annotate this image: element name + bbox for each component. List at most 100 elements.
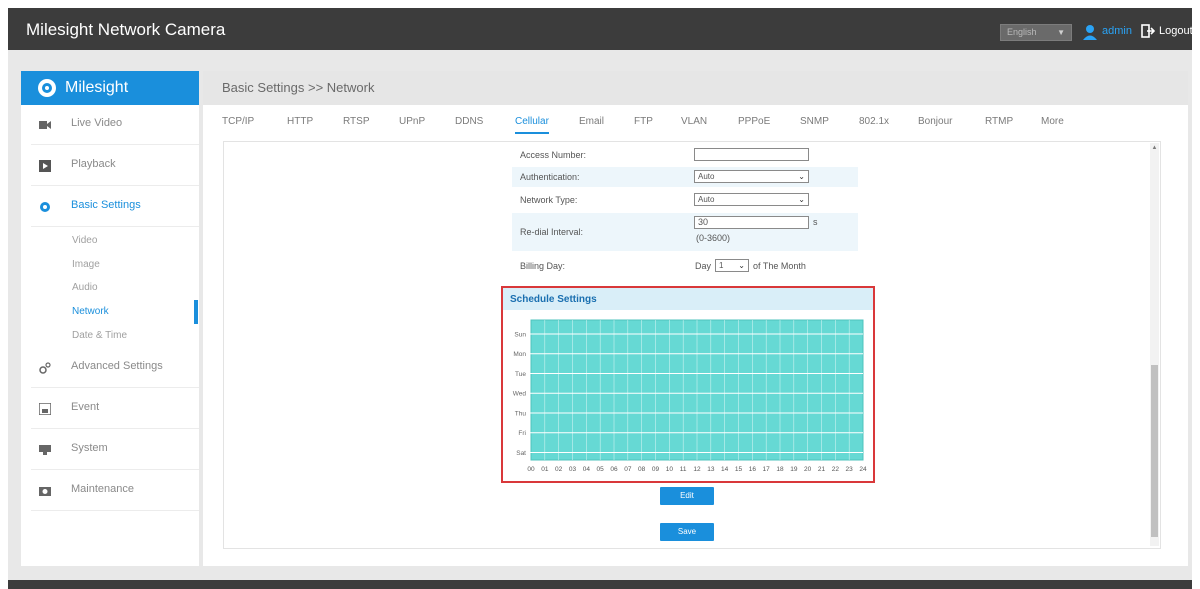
day-label: Sun	[514, 332, 526, 339]
sidebar-item-maintenance[interactable]: Maintenance	[31, 471, 199, 511]
access-number-input[interactable]	[694, 148, 809, 161]
sidebar-item-label: Playback	[71, 158, 116, 170]
user-icon	[1083, 25, 1097, 40]
hour-label: 22	[832, 466, 840, 473]
hour-label: 20	[804, 466, 812, 473]
sidebar-item-basic-settings[interactable]: Basic Settings	[31, 187, 199, 227]
logo-text: Milesight	[65, 79, 129, 96]
sidebar-item-label: Live Video	[71, 117, 123, 129]
tab-more[interactable]: More	[1041, 116, 1064, 127]
tab-ddns[interactable]: DDNS	[455, 116, 483, 127]
sidebar-item-playback[interactable]: Playback	[31, 146, 199, 186]
tab-rtmp[interactable]: RTMP	[985, 116, 1013, 127]
access-number-row: Access Number:	[512, 145, 858, 165]
sidebar-subitem-date-time[interactable]: Date & Time	[72, 330, 127, 341]
hour-label: 08	[638, 466, 646, 473]
gear-icon	[40, 202, 50, 212]
hour-label: 09	[652, 466, 660, 473]
sidebar-item-label: Maintenance	[71, 483, 134, 495]
scroll-up-arrow-icon[interactable]: ▲	[1150, 143, 1159, 153]
logout-link[interactable]: Logout	[1159, 25, 1193, 37]
hour-label: 11	[680, 466, 687, 473]
chevron-down-icon: ▼	[1057, 28, 1065, 37]
billing-day-suffix: of The Month	[753, 261, 806, 271]
sidebar-item-live-video[interactable]: Live Video	[31, 105, 199, 145]
hour-label: 12	[693, 466, 701, 473]
breadcrumb: Basic Settings >> Network	[222, 80, 375, 95]
day-label: Sat	[516, 450, 526, 457]
save-button[interactable]: Save	[660, 523, 714, 541]
tab-ftp[interactable]: FTP	[634, 116, 653, 127]
billing-day-label: Billing Day:	[520, 261, 566, 271]
hour-label: 21	[818, 466, 826, 473]
top-bar: Milesight Network Camera English ▼ admin…	[8, 8, 1193, 50]
edit-button[interactable]: Edit	[660, 487, 714, 505]
schedule-title: Schedule Settings	[510, 294, 597, 305]
chevron-down-icon: ⌄	[738, 261, 745, 270]
main-content: Basic Settings >> Network TCP/IP HTTP RT…	[203, 71, 1188, 566]
authentication-select[interactable]: Auto ⌄	[694, 170, 809, 183]
hour-label: 07	[624, 466, 632, 473]
authentication-label: Authentication:	[520, 172, 580, 182]
hour-label: 23	[846, 466, 854, 473]
hour-label: 16	[749, 466, 757, 473]
tab-pppoe[interactable]: PPPoE	[738, 116, 770, 127]
network-type-value: Auto	[698, 195, 715, 204]
sidebar-item-event[interactable]: Event	[31, 389, 199, 429]
logout-icon[interactable]	[1141, 24, 1155, 38]
tab-vlan[interactable]: VLAN	[681, 116, 707, 127]
hour-label: 06	[610, 466, 618, 473]
sidebar-item-advanced-settings[interactable]: Advanced Settings	[31, 348, 199, 388]
scrollbar-thumb[interactable]	[1151, 365, 1158, 537]
event-icon	[39, 403, 51, 415]
tab-tcpip[interactable]: TCP/IP	[222, 116, 254, 127]
tab-snmp[interactable]: SNMP	[800, 116, 829, 127]
language-select[interactable]: English ▼	[1000, 24, 1072, 41]
sidebar-item-label: Advanced Settings	[71, 360, 163, 372]
hour-label: 14	[721, 466, 729, 473]
schedule-day-labels: Sun Mon Tue Wed Thu Fri Sat	[513, 332, 527, 457]
advanced-gear-icon	[39, 362, 51, 374]
sidebar-subitem-image[interactable]: Image	[72, 259, 100, 270]
tab-upnp[interactable]: UPnP	[399, 116, 425, 127]
hour-label: 03	[569, 466, 577, 473]
playback-icon	[39, 160, 51, 172]
day-label: Fri	[518, 430, 526, 437]
tab-http[interactable]: HTTP	[287, 116, 313, 127]
user-link[interactable]: admin	[1102, 25, 1132, 37]
billing-day-value: 1	[719, 261, 724, 270]
scrollbar[interactable]: ▲	[1150, 143, 1159, 546]
tab-bonjour[interactable]: Bonjour	[918, 116, 952, 127]
redial-range: (0-3600)	[696, 233, 731, 243]
hour-label: 24	[859, 466, 867, 473]
tab-8021x[interactable]: 802.1x	[859, 116, 889, 127]
tab-cellular[interactable]: Cellular	[515, 116, 549, 127]
chevron-down-icon: ⌄	[798, 195, 805, 204]
hour-label: 19	[790, 466, 798, 473]
active-subitem-indicator	[194, 300, 198, 324]
sidebar-item-label: Basic Settings	[71, 199, 141, 211]
sidebar-subitem-video[interactable]: Video	[72, 235, 97, 246]
day-label: Mon	[513, 351, 526, 358]
sidebar-subitem-network[interactable]: Network	[72, 306, 109, 317]
hour-label: 01	[541, 466, 549, 473]
logo: Milesight	[21, 71, 199, 105]
sidebar-subitem-audio[interactable]: Audio	[72, 282, 98, 293]
tab-email[interactable]: Email	[579, 116, 604, 127]
network-type-select[interactable]: Auto ⌄	[694, 193, 809, 206]
hour-label: 02	[555, 466, 563, 473]
hour-label: 00	[527, 466, 535, 473]
hour-label: 04	[583, 466, 591, 473]
language-value: English	[1007, 27, 1037, 37]
tab-bar: TCP/IP HTTP RTSP UPnP DDNS Cellular Emai…	[203, 105, 1188, 139]
billing-day-prefix: Day	[695, 261, 712, 271]
sidebar-item-system[interactable]: System	[31, 430, 199, 470]
day-label: Tue	[515, 371, 526, 378]
schedule-grid[interactable]	[528, 319, 864, 461]
billing-day-select[interactable]: 1 ⌄	[715, 259, 749, 272]
redial-interval-input[interactable]: 30	[694, 216, 809, 229]
hour-label: 18	[776, 466, 784, 473]
app-title: Milesight Network Camera	[26, 20, 226, 39]
tab-rtsp[interactable]: RTSP	[343, 116, 370, 127]
schedule-chart[interactable]: Sun Mon Tue Wed Thu Fri Sat 00 01 02 03 04 05 06 07 08…	[503, 314, 873, 474]
